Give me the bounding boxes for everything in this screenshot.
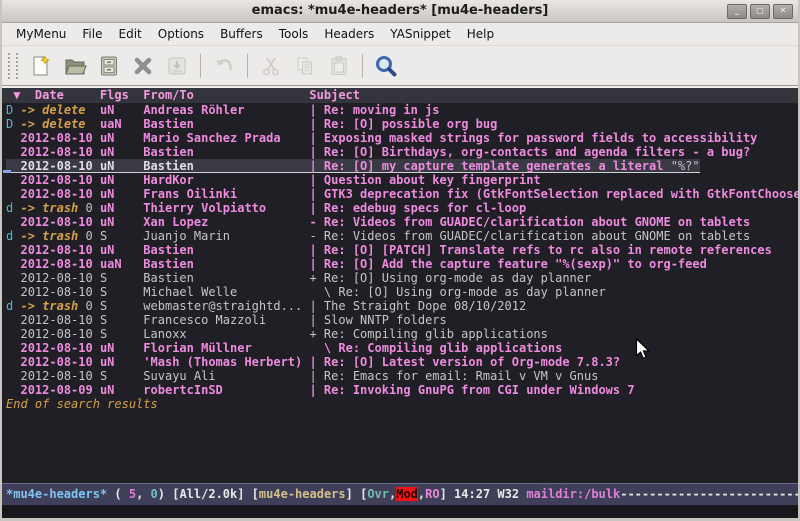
toolbar-separator bbox=[247, 54, 248, 78]
message-row[interactable]: 2012-08-10 uN HardKor | Question about k… bbox=[6, 173, 798, 187]
maximize-button[interactable]: □ bbox=[750, 4, 770, 19]
menu-item-tools[interactable]: Tools bbox=[271, 25, 317, 43]
modeline-segment-maildir: maildir:/bulk bbox=[526, 487, 620, 501]
dired-button[interactable] bbox=[92, 51, 126, 81]
minimize-button[interactable]: _ bbox=[727, 4, 747, 19]
menu-item-headers[interactable]: Headers bbox=[316, 25, 382, 43]
kill-buffer-button[interactable] bbox=[126, 51, 160, 81]
modeline-segment-plain: ] 14:27 W32 bbox=[440, 487, 527, 501]
text-cursor bbox=[3, 170, 11, 173]
message-row[interactable]: 2012-08-10 S Michael Welle \ Re: [O] Usi… bbox=[6, 285, 798, 299]
end-of-search-marker: End of search results bbox=[2, 397, 798, 411]
file-cabinet-icon bbox=[97, 54, 121, 78]
message-row[interactable]: 2012-08-10 uN Bastien | Re: [O] my captu… bbox=[6, 159, 798, 173]
save-icon bbox=[165, 54, 189, 78]
paste-button bbox=[322, 51, 356, 81]
modeline-segment-plain: -------------------------------- bbox=[620, 487, 798, 501]
modeline-segment-plain: , bbox=[136, 487, 150, 501]
message-row[interactable]: 2012-08-10 S Francesco Mazzoli | Slow NN… bbox=[6, 313, 798, 327]
emacs-window: emacs: *mu4e-headers* [mu4e-headers] _□✕… bbox=[0, 0, 800, 521]
toolbar-grip[interactable] bbox=[8, 53, 18, 79]
window-controls: _□✕ bbox=[727, 4, 793, 19]
modeline-segment-mode: mu4e-headers bbox=[259, 487, 346, 501]
mouse-pointer bbox=[635, 338, 650, 360]
menu-bar: MyMenuFileEditOptionsBuffersToolsHeaders… bbox=[2, 23, 798, 46]
modeline-segment-mod: Mod bbox=[396, 487, 418, 501]
new-file-button[interactable] bbox=[24, 51, 58, 81]
menu-item-yasnippet[interactable]: YASnippet bbox=[382, 25, 459, 43]
message-row[interactable]: 2012-08-10 uN Bastien | Re: [O] Birthday… bbox=[6, 145, 798, 159]
message-row[interactable]: 2012-08-10 S Bastien + Re: [O] Using org… bbox=[6, 271, 798, 285]
copy-button bbox=[288, 51, 322, 81]
undo-icon bbox=[212, 54, 236, 78]
message-row[interactable]: 2012-08-10 uN Xan Lopez - Re: Videos fro… bbox=[6, 215, 798, 229]
modeline-segment-plain: ( bbox=[107, 487, 129, 501]
search-icon bbox=[374, 54, 398, 78]
menu-item-buffers[interactable]: Buffers bbox=[212, 25, 271, 43]
message-row[interactable]: 2012-08-09 uN robertcInSD | Re: Invoking… bbox=[6, 383, 798, 397]
copy-icon bbox=[293, 54, 317, 78]
menu-item-edit[interactable]: Edit bbox=[111, 25, 150, 43]
message-row[interactable]: 2012-08-10 uN Bastien | Re: [O] [PATCH] … bbox=[6, 243, 798, 257]
echo-area[interactable] bbox=[2, 505, 798, 518]
menu-item-mymenu[interactable]: MyMenu bbox=[8, 25, 74, 43]
menu-item-help[interactable]: Help bbox=[459, 25, 502, 43]
modeline-segment-plain: ) [All/2.0k] [ bbox=[158, 487, 259, 501]
modeline-segment-count-a: 5 bbox=[129, 487, 136, 501]
cut-button bbox=[254, 51, 288, 81]
window-title: emacs: *mu4e-headers* [mu4e-headers] bbox=[2, 0, 798, 22]
scissors-icon bbox=[259, 54, 283, 78]
menu-item-options[interactable]: Options bbox=[150, 25, 212, 43]
undo-button bbox=[207, 51, 241, 81]
message-row[interactable]: d -> trash 0 S Juanjo Marin - Re: Videos… bbox=[6, 229, 798, 243]
open-file-button[interactable] bbox=[58, 51, 92, 81]
modeline-segment-buffer-name: *mu4e-headers* bbox=[6, 487, 107, 501]
message-row[interactable]: 2012-08-10 uN 'Mash (Thomas Herbert) | R… bbox=[6, 355, 798, 369]
menu-item-file[interactable]: File bbox=[74, 25, 110, 43]
message-row[interactable]: D -> delete uN Andreas Röhler | Re: movi… bbox=[6, 103, 798, 117]
toolbar-separator bbox=[362, 54, 363, 78]
message-row[interactable]: d -> trash 0 uN Thierry Volpiatto | Re: … bbox=[6, 201, 798, 215]
message-row[interactable]: 2012-08-10 uN Frans Oilinki | GTK3 depre… bbox=[6, 187, 798, 201]
search-button[interactable] bbox=[369, 51, 403, 81]
message-row[interactable]: 2012-08-10 S Suvayu Ali | Re: Emacs for … bbox=[6, 369, 798, 383]
clipboard-icon bbox=[327, 54, 351, 78]
new-file-icon bbox=[29, 54, 53, 78]
message-row[interactable]: 2012-08-10 uN Florian Müllner \ Re: Comp… bbox=[6, 341, 798, 355]
message-row[interactable]: 2012-08-10 uaN Bastien | Re: [O] Add the… bbox=[6, 257, 798, 271]
modeline-segment-ro: RO bbox=[425, 487, 439, 501]
modeline-segment-count-b: 0 bbox=[151, 487, 158, 501]
modeline-segment-ovr: Ovr bbox=[367, 487, 389, 501]
title-bar: emacs: *mu4e-headers* [mu4e-headers] _□✕ bbox=[2, 0, 798, 23]
mu4e-headers-buffer: ▼ Date Flgs From/To Subject D -> delete … bbox=[2, 86, 798, 483]
modeline-segment-plain: ] [ bbox=[346, 487, 368, 501]
message-row[interactable]: 2012-08-10 S Lanoxx + Re: Compiling glib… bbox=[6, 327, 798, 341]
save-buffer-button bbox=[160, 51, 194, 81]
close-button[interactable]: ✕ bbox=[773, 4, 793, 19]
message-list: D -> delete uN Andreas Röhler | Re: movi… bbox=[2, 103, 798, 397]
mode-line: *mu4e-headers* ( 5, 0) [All/2.0k] [mu4e-… bbox=[2, 483, 798, 505]
message-row[interactable]: D -> delete uaN Bastien | Re: [O] possib… bbox=[6, 117, 798, 131]
message-row[interactable]: d -> trash 0 S webmaster@straightd... | … bbox=[6, 299, 798, 313]
toolbar-separator bbox=[200, 54, 201, 78]
tool-bar bbox=[2, 46, 798, 86]
close-x-icon bbox=[131, 54, 155, 78]
open-folder-icon bbox=[63, 54, 87, 78]
headers-column-header: ▼ Date Flgs From/To Subject bbox=[2, 88, 798, 103]
message-row[interactable]: 2012-08-10 uN Mario Sanchez Prada | Expo… bbox=[6, 131, 798, 145]
